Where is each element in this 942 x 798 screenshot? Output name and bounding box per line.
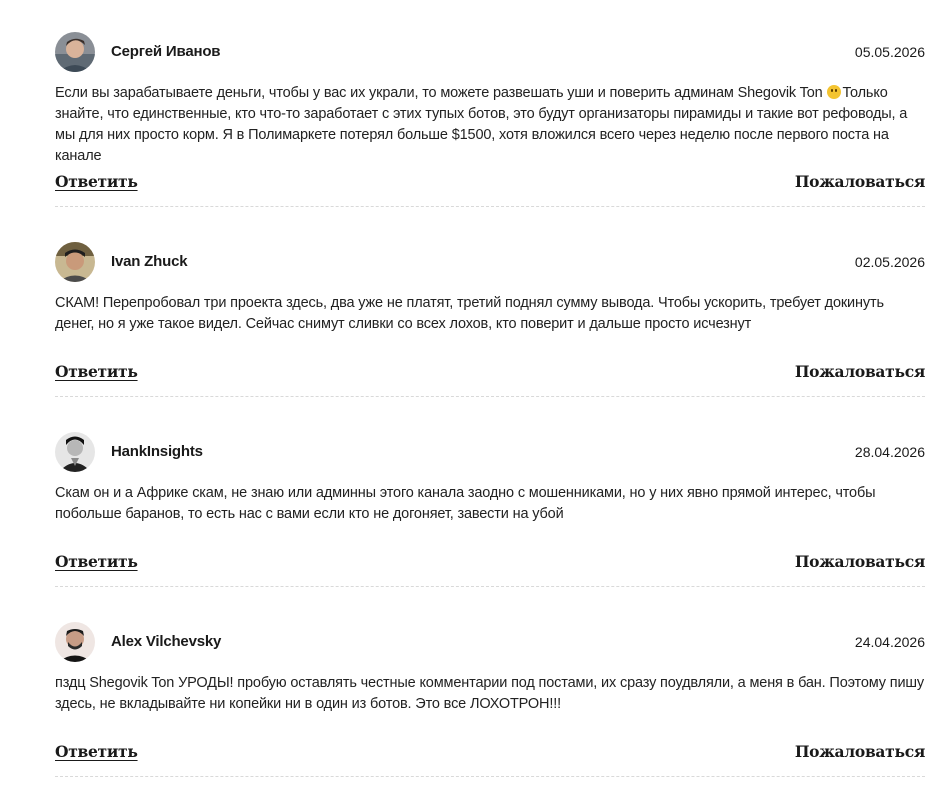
avatar[interactable]	[55, 242, 95, 282]
comment-item: HankInsights 28.04.2026 Скам он и а Афри…	[55, 432, 925, 525]
comment-header: Ivan Zhuck 02.05.2026	[55, 242, 925, 282]
comment-item: Сергей Иванов 05.05.2026 Если вы зарабат…	[55, 32, 925, 167]
avatar[interactable]	[55, 432, 95, 472]
comment-text: Если вы зарабатываете деньги, чтобы у ва…	[55, 83, 925, 167]
comment-text-part: Если вы зарабатываете деньги, чтобы у ва…	[55, 85, 827, 101]
avatar[interactable]	[55, 32, 95, 72]
comment-author[interactable]: Сергей Иванов	[111, 43, 221, 60]
comment-item: Ivan Zhuck 02.05.2026 СКАМ! Перепробовал…	[55, 242, 925, 335]
comment-item: Alex Vilchevsky 24.04.2026 пздц Shegovik…	[55, 622, 925, 715]
report-button[interactable]: Пожаловаться	[795, 172, 925, 191]
reply-button[interactable]: Ответить	[55, 552, 138, 571]
comment-text: пздц Shegovik Ton УРОДЫ! пробую оставлят…	[55, 675, 924, 712]
comment-actions: Ответить Пожаловаться	[55, 362, 925, 384]
report-button[interactable]: Пожаловаться	[795, 552, 925, 571]
report-button[interactable]: Пожаловаться	[795, 362, 925, 381]
comment-header: HankInsights 28.04.2026	[55, 432, 925, 472]
comment-actions: Ответить Пожаловаться	[55, 552, 925, 574]
comment-date: 02.05.2026	[854, 254, 925, 270]
comment-divider	[55, 396, 925, 397]
comment-actions: Ответить Пожаловаться	[55, 172, 925, 194]
smiling-face-icon	[827, 85, 842, 99]
comment-author[interactable]: Ivan Zhuck	[111, 253, 188, 270]
comment-divider	[55, 206, 925, 207]
comment-actions: Ответить Пожаловаться	[55, 742, 925, 764]
comment-text: СКАМ! Перепробовал три проекта здесь, дв…	[55, 295, 884, 332]
comment-author[interactable]: HankInsights	[111, 443, 203, 460]
comment-date: 28.04.2026	[854, 444, 925, 460]
reply-button[interactable]: Ответить	[55, 172, 138, 191]
comment-divider	[55, 776, 925, 777]
report-button[interactable]: Пожаловаться	[795, 742, 925, 761]
comment-date: 24.04.2026	[854, 634, 925, 650]
comment-date: 05.05.2026	[854, 44, 925, 60]
comment-header: Сергей Иванов 05.05.2026	[55, 32, 925, 72]
avatar[interactable]	[55, 622, 95, 662]
comment-text: Скам он и а Африке скам, не знаю или адм…	[55, 485, 876, 522]
comment-header: Alex Vilchevsky 24.04.2026	[55, 622, 925, 662]
reply-button[interactable]: Ответить	[55, 742, 138, 761]
comment-author[interactable]: Alex Vilchevsky	[111, 633, 221, 650]
reply-button[interactable]: Ответить	[55, 362, 138, 381]
comment-divider	[55, 586, 925, 587]
